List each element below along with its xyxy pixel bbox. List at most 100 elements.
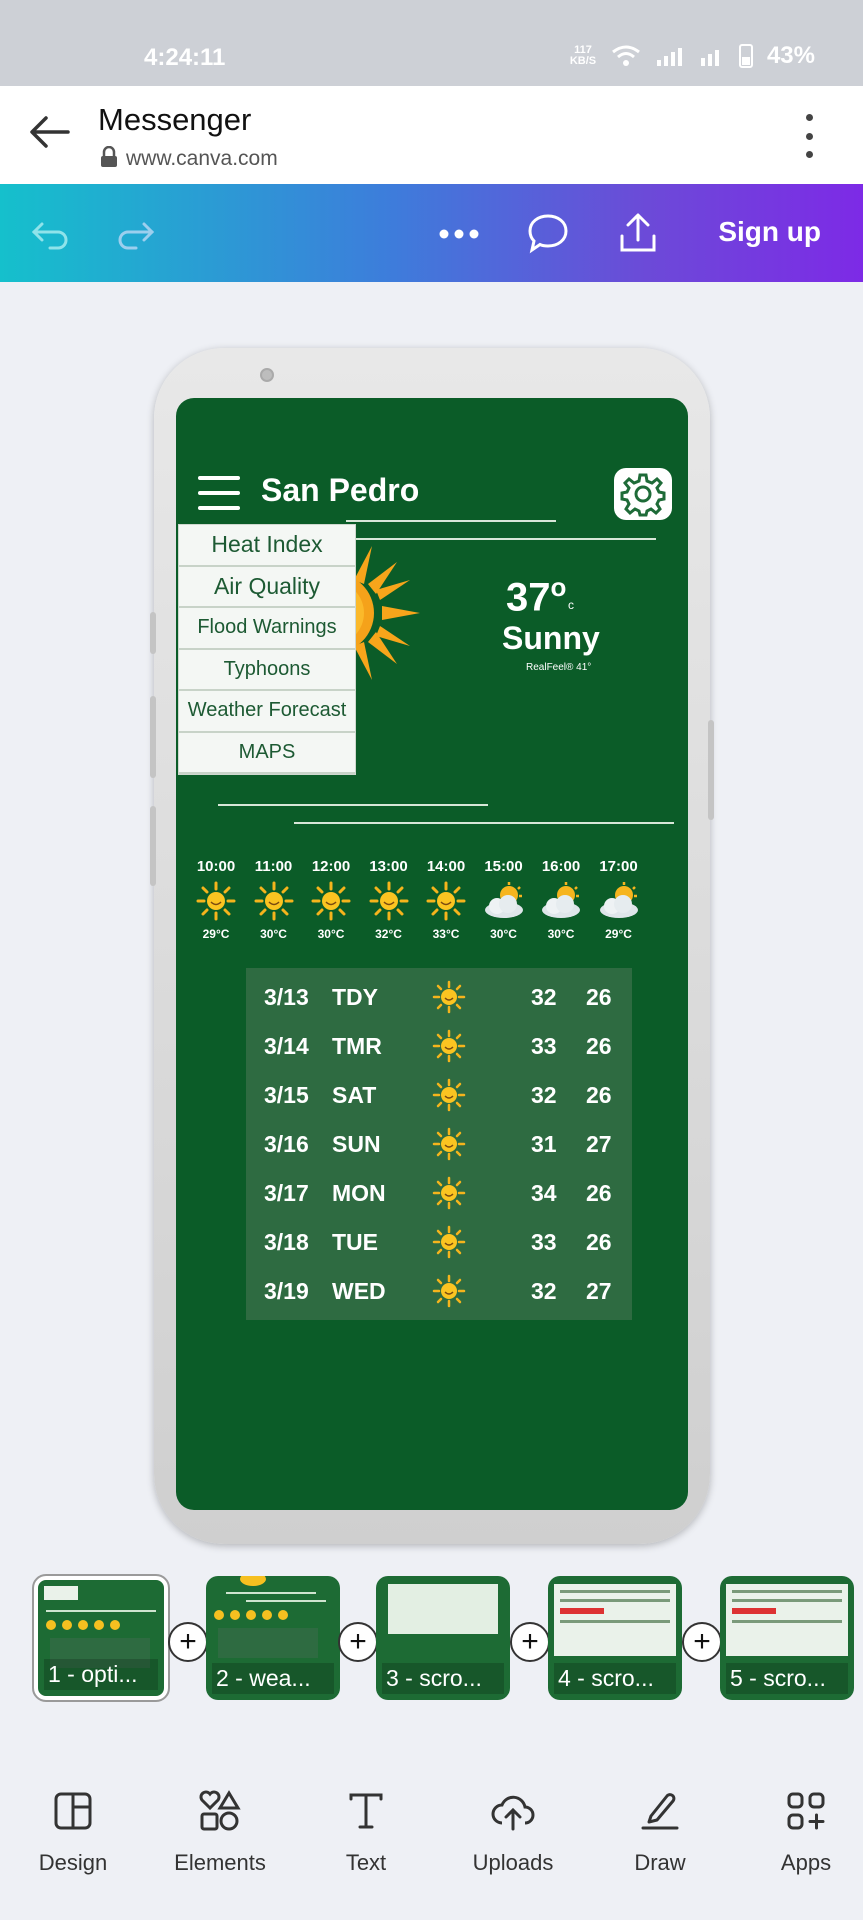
text-icon xyxy=(349,1793,383,1829)
page-thumbnail-3[interactable]: 3 - scro... xyxy=(376,1576,510,1700)
day-name: SUN xyxy=(332,1131,381,1157)
phone-button xyxy=(150,696,156,778)
uploads-tool[interactable]: Uploads xyxy=(453,1784,573,1876)
thumbnail-menu xyxy=(44,1586,78,1600)
browser-title: Messenger xyxy=(98,102,252,137)
elements-icon xyxy=(199,1790,241,1831)
thumbnail-line xyxy=(46,1610,156,1612)
thumbnail-card xyxy=(388,1584,498,1634)
sun-icon xyxy=(418,877,474,925)
page-thumbnails: 1 - opti... + 2 - wea... + 3 - scro... +… xyxy=(0,1570,863,1710)
menu-item-heat-index[interactable]: Heat Index xyxy=(179,525,355,567)
day-high: 33 xyxy=(531,1229,557,1255)
sun-icon xyxy=(432,1225,466,1265)
redo-icon[interactable] xyxy=(114,212,156,254)
day-date: 3/19 xyxy=(264,1278,309,1304)
hour-time: 10:00 xyxy=(196,858,236,875)
day-name: TDY xyxy=(332,984,378,1010)
sign-up-button[interactable]: Sign up xyxy=(718,216,821,248)
hourly-item: 17:00 29°C xyxy=(591,858,647,941)
menu-item-typhoons[interactable]: Typhoons xyxy=(179,650,355,691)
daily-row: 3/17 MON 34 26 xyxy=(246,1168,632,1217)
day-high: 34 xyxy=(531,1180,557,1206)
hour-temp: 30°C xyxy=(317,927,345,941)
current-condition: Sunny xyxy=(502,620,600,656)
back-arrow-icon[interactable] xyxy=(26,108,74,156)
day-low: 27 xyxy=(586,1131,612,1157)
thumbnail-sun xyxy=(62,1620,72,1630)
browser-menu-icon[interactable] xyxy=(799,114,819,158)
thumbnail-sun xyxy=(94,1620,104,1630)
status-time: 4:24:11 xyxy=(144,44,226,71)
day-low: 26 xyxy=(586,1082,612,1108)
status-bar: 4:24:11 117 KB/S 43% xyxy=(0,0,863,86)
thumbnail-sun xyxy=(46,1620,56,1630)
day-low: 27 xyxy=(586,1278,612,1304)
hour-temp: 29°C xyxy=(605,927,632,941)
network-speed: 117 KB/S xyxy=(569,44,597,67)
add-page-button[interactable]: + xyxy=(168,1622,208,1662)
thumbnail-document xyxy=(726,1584,848,1656)
page-thumbnail-4[interactable]: 4 - scro... xyxy=(548,1576,682,1700)
day-date: 3/14 xyxy=(264,1033,309,1059)
day-date: 3/15 xyxy=(264,1082,309,1108)
partly-cloudy-icon xyxy=(533,877,589,925)
settings-button[interactable] xyxy=(614,468,672,520)
sun-icon xyxy=(432,1029,466,1069)
hourly-item: 15:00 30°C xyxy=(476,858,532,941)
day-name: TMR xyxy=(332,1033,382,1059)
page-thumbnail-1[interactable]: 1 - opti... xyxy=(32,1574,170,1702)
thumbnail-sun xyxy=(240,1576,266,1586)
day-low: 26 xyxy=(586,1180,612,1206)
page-label: 3 - scro... xyxy=(382,1663,504,1694)
menu-item-maps[interactable]: MAPS xyxy=(179,733,355,774)
thumbnail-sun xyxy=(110,1620,120,1630)
day-high: 32 xyxy=(531,1082,557,1108)
thumbnail-sun xyxy=(214,1610,224,1620)
daily-row: 3/14 TMR 33 26 xyxy=(246,1021,632,1070)
day-low: 26 xyxy=(586,1033,612,1059)
share-icon[interactable] xyxy=(616,212,660,256)
day-name: WED xyxy=(332,1278,386,1304)
elements-tool[interactable]: Elements xyxy=(160,1784,280,1876)
page-thumbnail-2[interactable]: 2 - wea... xyxy=(206,1576,340,1700)
apps-icon xyxy=(787,1792,825,1830)
menu-item-air-quality[interactable]: Air Quality xyxy=(179,567,355,608)
hour-time: 11:00 xyxy=(254,858,293,875)
draw-tool[interactable]: Draw xyxy=(600,1784,720,1876)
sun-icon xyxy=(246,877,302,925)
hour-temp: 30°C xyxy=(260,927,287,941)
hamburger-menu-icon[interactable] xyxy=(198,476,240,510)
text-tool[interactable]: Text xyxy=(306,1784,426,1876)
signal-icon-2 xyxy=(700,50,719,66)
hourly-item: 13:00 32°C xyxy=(361,858,417,941)
add-page-button[interactable]: + xyxy=(338,1622,378,1662)
day-name: SAT xyxy=(332,1082,377,1108)
divider xyxy=(218,804,488,806)
canva-toolbar: Sign up xyxy=(0,184,863,282)
apps-tool[interactable]: Apps xyxy=(746,1784,863,1876)
undo-icon[interactable] xyxy=(30,212,72,254)
comment-icon[interactable] xyxy=(526,212,570,256)
current-temperature: 37o xyxy=(506,572,567,620)
design-tool[interactable]: Design xyxy=(13,1784,133,1876)
sun-icon xyxy=(188,877,244,925)
side-menu: Heat Index Air Quality Flood Warnings Ty… xyxy=(178,524,356,775)
divider xyxy=(346,520,556,522)
design-canvas[interactable]: San Pedro Heat Index Air Quality Flood W… xyxy=(176,398,688,1510)
uploads-icon xyxy=(491,1795,535,1831)
page-thumbnail-5[interactable]: 5 - scro... xyxy=(720,1576,854,1700)
hourly-item: 16:00 30°C xyxy=(533,858,589,941)
hour-temp: 33°C xyxy=(432,927,460,941)
add-page-button[interactable]: + xyxy=(682,1622,722,1662)
divider xyxy=(294,822,674,824)
browser-url[interactable]: www.canva.com xyxy=(126,147,278,171)
gear-icon xyxy=(620,473,666,517)
add-page-button[interactable]: + xyxy=(510,1622,550,1662)
menu-item-flood-warnings[interactable]: Flood Warnings xyxy=(179,608,355,650)
hour-time: 14:00 xyxy=(426,858,466,875)
hour-temp: 30°C xyxy=(547,927,575,941)
thumbnail-sun xyxy=(262,1610,272,1620)
more-icon[interactable] xyxy=(438,228,480,240)
menu-item-weather-forecast[interactable]: Weather Forecast xyxy=(179,691,355,733)
